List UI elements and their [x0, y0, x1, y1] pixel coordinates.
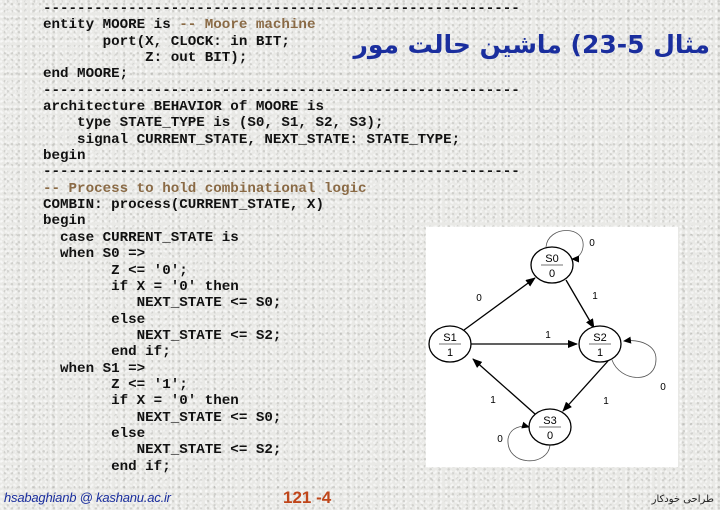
- code-line: signal CURRENT_STATE, NEXT_STATE: STATE_…: [43, 132, 520, 148]
- code-text: NEXT_STATE <= S0;: [43, 409, 282, 426]
- slide-title: مثال 5-23) ماشین حالت مور: [353, 30, 710, 59]
- state-name: S3: [543, 415, 556, 427]
- transition-s3-s1: 1: [472, 358, 536, 415]
- code-line: end MOORE;: [43, 66, 520, 82]
- code-text: if X = '0' then: [43, 278, 239, 295]
- code-text: begin: [43, 148, 86, 165]
- code-text: architecture BEHAVIOR of MOORE is: [43, 99, 324, 116]
- code-text: Z <= '0';: [43, 262, 188, 279]
- code-text: when S1 =>: [43, 360, 146, 377]
- separator-line: ----------------------------------------…: [43, 83, 520, 99]
- state-node-s0: S00: [530, 246, 574, 284]
- transition-arrow: [565, 279, 595, 329]
- separator-line: ----------------------------------------…: [43, 1, 520, 17]
- state-name: S1: [443, 332, 456, 344]
- state-output: 0: [549, 268, 555, 280]
- code-line: begin: [43, 148, 520, 164]
- code-text: end if;: [43, 344, 171, 361]
- state-output: 1: [597, 347, 603, 359]
- code-text: NEXT_STATE <= S2;: [43, 327, 282, 344]
- code-text: signal CURRENT_STATE, NEXT_STATE: STATE_…: [43, 131, 461, 148]
- transition-s1-s2: 1: [471, 330, 578, 348]
- code-text: COMBIN: process(CURRENT_STATE, X): [43, 197, 324, 214]
- state-output: 1: [447, 347, 453, 359]
- state-name: S2: [593, 332, 606, 344]
- code-text: else: [43, 425, 146, 442]
- transition-arrow: [562, 360, 609, 412]
- separator-line: ----------------------------------------…: [43, 164, 520, 180]
- transition-label: 1: [545, 330, 551, 341]
- state-node-s3: S30: [528, 408, 572, 446]
- code-text: type STATE_TYPE is (S0, S1, S2, S3);: [43, 115, 384, 132]
- transition-label: 0: [497, 434, 503, 445]
- state-node-s1: S11: [428, 325, 472, 363]
- code-text: NEXT_STATE <= S0;: [43, 295, 282, 312]
- code-text: end if;: [43, 458, 171, 475]
- moore-state-diagram: 01010110 S0 0 S1 1 S2 1 S3 0: [426, 227, 678, 467]
- transition-label: 1: [592, 291, 598, 302]
- code-text: entity MOORE is: [43, 17, 180, 34]
- code-line: type STATE_TYPE is (S0, S1, S2, S3);: [43, 115, 520, 131]
- state-node-s2: S21: [578, 325, 622, 363]
- footer-course-name: طراحی خودکار: [651, 494, 714, 505]
- footer-email: hsabaghianb @ kashanu.ac.ir: [4, 490, 171, 505]
- code-line: -- Process to hold combinational logic: [43, 181, 520, 197]
- transition-s2-s3: 1: [562, 360, 609, 412]
- transition-label: 0: [476, 293, 482, 304]
- code-text: Z <= '1';: [43, 376, 188, 393]
- transition-label: 0: [589, 238, 595, 249]
- code-text: end MOORE;: [43, 66, 129, 83]
- code-text: Z: out BIT);: [43, 50, 248, 67]
- code-comment: -- Moore machine: [179, 17, 316, 34]
- code-line: architecture BEHAVIOR of MOORE is: [43, 99, 520, 115]
- code-text: case CURRENT_STATE is: [43, 229, 239, 246]
- code-text: NEXT_STATE <= S2;: [43, 442, 282, 459]
- code-text: if X = '0' then: [43, 393, 239, 410]
- code-line: COMBIN: process(CURRENT_STATE, X): [43, 197, 520, 213]
- transition-label: 0: [660, 382, 666, 393]
- state-name: S0: [545, 253, 558, 265]
- transition-s1-s0: 0: [463, 277, 536, 331]
- code-text: ----------------------------------------…: [43, 164, 520, 181]
- code-text: begin: [43, 213, 86, 230]
- footer-page-number: 121 -4: [283, 488, 332, 507]
- transition-s0-s2: 1: [565, 279, 598, 329]
- state-output: 0: [547, 430, 553, 442]
- code-text: ----------------------------------------…: [43, 1, 520, 17]
- transition-label: 1: [490, 395, 496, 406]
- code-text: ----------------------------------------…: [43, 82, 520, 99]
- transition-arrow: [463, 277, 536, 331]
- code-text: else: [43, 311, 146, 328]
- transition-label: 1: [603, 396, 609, 407]
- code-comment: -- Process to hold combinational logic: [43, 180, 367, 197]
- transition-arrow: [472, 358, 536, 415]
- state-diagram-svg: 01010110 S00S11S21S30: [428, 230, 666, 462]
- code-text: when S0 =>: [43, 246, 146, 263]
- code-text: port(X, CLOCK: in BIT;: [43, 33, 290, 50]
